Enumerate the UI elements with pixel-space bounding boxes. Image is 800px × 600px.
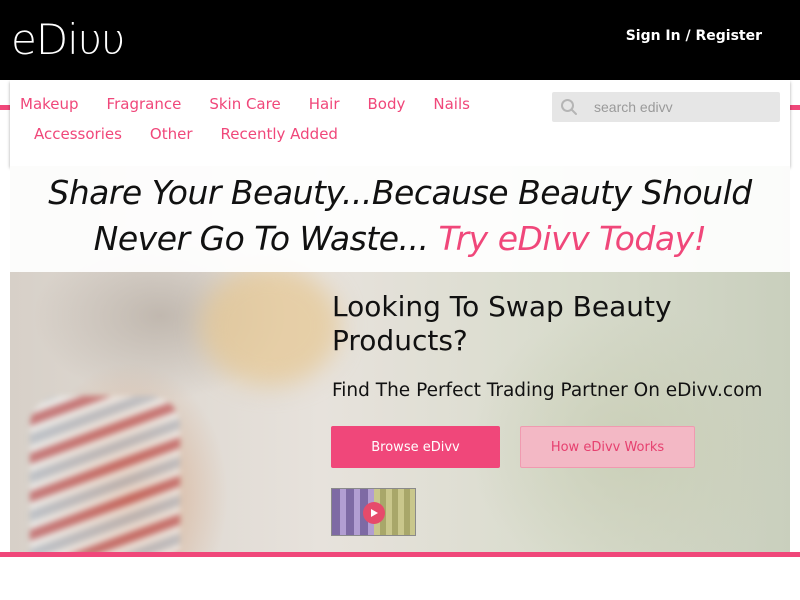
nav-item-accessories[interactable]: Accessories xyxy=(34,125,122,143)
browse-button[interactable]: Browse eDivv xyxy=(331,426,500,468)
video-thumbnail[interactable] xyxy=(331,488,416,536)
tagline-line2-text: Never Go To Waste... xyxy=(93,219,439,258)
nav-row-primary: Makeup Fragrance Skin Care Hair Body Nai… xyxy=(20,95,498,113)
nav-item-skin-care[interactable]: Skin Care xyxy=(209,95,280,113)
play-icon[interactable] xyxy=(363,502,385,524)
nav-row-secondary: Accessories Other Recently Added xyxy=(34,125,366,143)
search-box xyxy=(552,92,780,122)
tagline-line1: Share Your Beauty...Because Beauty Shoul… xyxy=(48,173,752,212)
search-icon[interactable] xyxy=(554,92,584,122)
photo-shirt-blur xyxy=(30,396,180,552)
category-nav: Makeup Fragrance Skin Care Hair Body Nai… xyxy=(10,80,790,166)
tagline-cta: Try eDivv Today! xyxy=(438,219,707,258)
site-logo[interactable]: eDiυυ xyxy=(11,14,125,66)
nav-item-other[interactable]: Other xyxy=(150,125,193,143)
accent-strip-bottom xyxy=(0,552,800,557)
nav-item-nails[interactable]: Nails xyxy=(433,95,470,113)
hero-heading: Looking To Swap Beauty Products? xyxy=(332,290,672,357)
tagline-line2: Never Go To Waste... Try eDivv Today! xyxy=(10,216,790,262)
nav-item-fragrance[interactable]: Fragrance xyxy=(107,95,182,113)
signin-register-link[interactable]: Sign In / Register xyxy=(626,28,762,44)
nav-item-body[interactable]: Body xyxy=(368,95,406,113)
top-header: eDiυυ Sign In / Register xyxy=(0,0,800,80)
tagline: Share Your Beauty...Because Beauty Shoul… xyxy=(10,170,790,262)
nav-item-recently-added[interactable]: Recently Added xyxy=(221,125,338,143)
hero-subheading: Find The Perfect Trading Partner On eDiv… xyxy=(332,380,763,401)
photo-hair-blur xyxy=(200,266,340,386)
nav-item-makeup[interactable]: Makeup xyxy=(20,95,79,113)
search-input[interactable] xyxy=(594,99,774,115)
how-it-works-button[interactable]: How eDivv Works xyxy=(520,426,695,468)
nav-item-hair[interactable]: Hair xyxy=(309,95,340,113)
